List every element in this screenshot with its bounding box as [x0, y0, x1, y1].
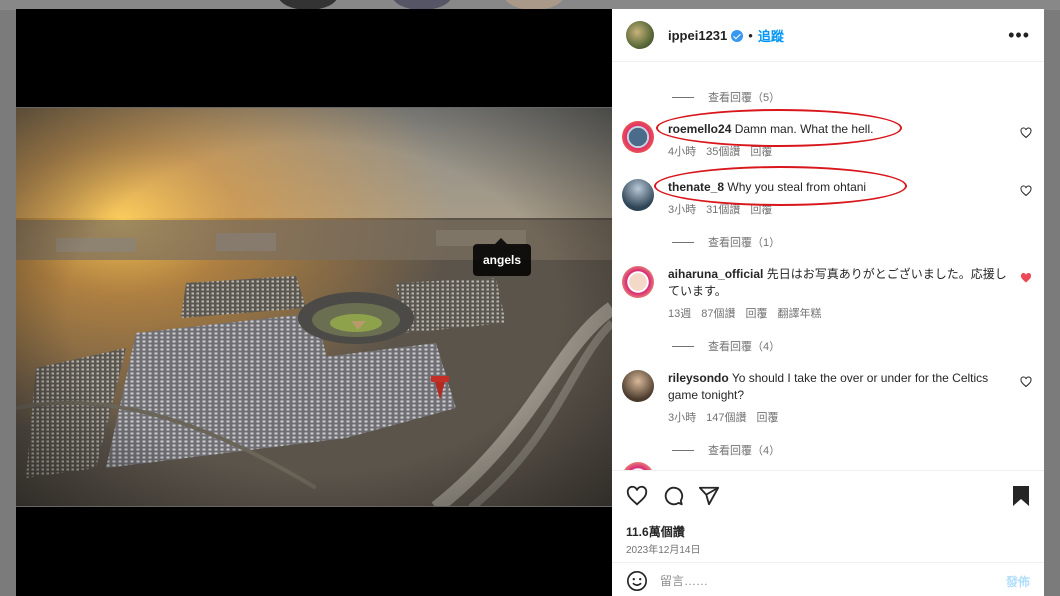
comment-text: Why you steal from ohtani: [727, 180, 867, 194]
replies-line: [672, 241, 694, 243]
view-replies-label: 查看回覆（1）: [708, 237, 781, 249]
photo-user-tag[interactable]: angels: [473, 238, 532, 276]
commenter-username[interactable]: aiharuna_official: [668, 267, 763, 281]
reply-button[interactable]: 回覆: [746, 306, 768, 323]
emoji-icon[interactable]: [626, 570, 648, 592]
replies-line: [672, 96, 694, 98]
comments-list[interactable]: 查看回覆（5） roemello24 Damn man. What the he…: [612, 62, 1044, 470]
commenter-username[interactable]: thenate_8: [668, 180, 724, 194]
author-username[interactable]: ippei1231: [668, 28, 727, 43]
commenter-username[interactable]: rileysondo: [668, 371, 729, 385]
commenter-avatar[interactable]: [622, 121, 654, 153]
commenter-avatar[interactable]: [622, 179, 654, 211]
comment-meta: 13週 87個讚 回覆 翻譯年糕: [668, 306, 1008, 323]
comment-body: roemello24 Damn man. What the hell. 4小時 …: [668, 121, 1008, 161]
translate-button[interactable]: 翻譯年糕: [778, 306, 822, 323]
reply-button[interactable]: 回覆: [750, 144, 772, 161]
comment-time[interactable]: 13週: [668, 306, 691, 323]
like-comment-heart-icon[interactable]: [1020, 127, 1032, 139]
comment-time[interactable]: 3小時: [668, 202, 696, 219]
comment-likes[interactable]: 87個讚: [701, 306, 735, 323]
comment-bubble-icon[interactable]: [662, 485, 684, 507]
comment-likes[interactable]: 147個讚: [706, 410, 746, 427]
reply-button[interactable]: 回覆: [756, 410, 778, 427]
likes-count[interactable]: 11.6萬個讚: [626, 523, 685, 540]
post-date: 2023年12月14日: [626, 545, 701, 556]
saved-bookmark-icon[interactable]: [1012, 485, 1030, 507]
comment-likes[interactable]: 31個讚: [706, 202, 740, 219]
comment-text: Damn man. What the hell.: [734, 122, 874, 136]
post-media: angels: [16, 9, 612, 596]
more-options-icon[interactable]: •••: [1008, 25, 1030, 46]
comment-time[interactable]: 4小時: [668, 144, 696, 161]
view-replies-button[interactable]: 查看回覆（1）: [672, 234, 780, 250]
post-photo[interactable]: angels: [16, 107, 612, 507]
liked-heart-icon[interactable]: [1020, 272, 1032, 284]
comment-input[interactable]: [660, 574, 980, 588]
comment-meta: 3小時 147個讚 回覆: [668, 410, 1008, 427]
post-modal: angels ippei1231 • 追蹤 ••• 查看回覆（5） roemel…: [16, 9, 1044, 596]
commenter-avatar[interactable]: [622, 266, 654, 298]
comment-body: aiharuna_official 先日はお写真ありがとございました。応援してい…: [668, 266, 1008, 323]
comment-time[interactable]: 3小時: [668, 410, 696, 427]
commenter-username[interactable]: roemello24: [668, 122, 731, 136]
like-heart-icon[interactable]: [626, 485, 648, 507]
replies-line: [672, 449, 694, 451]
share-send-icon[interactable]: [698, 485, 720, 507]
post-header: ippei1231 • 追蹤 •••: [612, 9, 1044, 62]
comment-body: rileysondo Yo should I take the over or …: [668, 370, 1008, 427]
reply-button[interactable]: 回覆: [750, 202, 772, 219]
author-avatar[interactable]: [626, 21, 654, 49]
replies-line: [672, 345, 694, 347]
like-comment-heart-icon[interactable]: [1020, 376, 1032, 388]
view-replies-label: 查看回覆（4）: [708, 445, 781, 457]
comment-meta: 4小時 35個讚 回覆: [668, 144, 1008, 161]
view-replies-button[interactable]: 查看回覆（4）: [672, 442, 780, 458]
view-replies-button[interactable]: 查看回覆（5）: [672, 89, 780, 105]
comment-body: thenate_8 Why you steal from ohtani 3小時 …: [668, 179, 1008, 219]
comment-composer: 發佈: [612, 562, 1044, 596]
follow-button[interactable]: 追蹤: [758, 26, 784, 45]
comment-meta: 3小時 31個讚 回覆: [668, 202, 1008, 219]
aerial-stadium-photo: [16, 108, 612, 506]
view-replies-button[interactable]: 查看回覆（4）: [672, 338, 780, 354]
post-side-panel: ippei1231 • 追蹤 ••• 查看回覆（5） roemello24 Da…: [612, 9, 1044, 596]
view-replies-label: 查看回覆（4）: [708, 341, 781, 353]
post-actions: 11.6萬個讚 2023年12月14日: [612, 470, 1044, 562]
post-comment-button[interactable]: 發佈: [1006, 573, 1030, 590]
separator-dot: •: [748, 27, 753, 43]
comment-likes[interactable]: 35個讚: [706, 144, 740, 161]
like-comment-heart-icon[interactable]: [1020, 185, 1032, 197]
view-replies-label: 查看回覆（5）: [708, 92, 781, 104]
commenter-avatar[interactable]: [622, 462, 654, 470]
action-icons: [626, 485, 720, 507]
verified-badge-icon: [731, 30, 744, 42]
commenter-avatar[interactable]: [622, 370, 654, 402]
